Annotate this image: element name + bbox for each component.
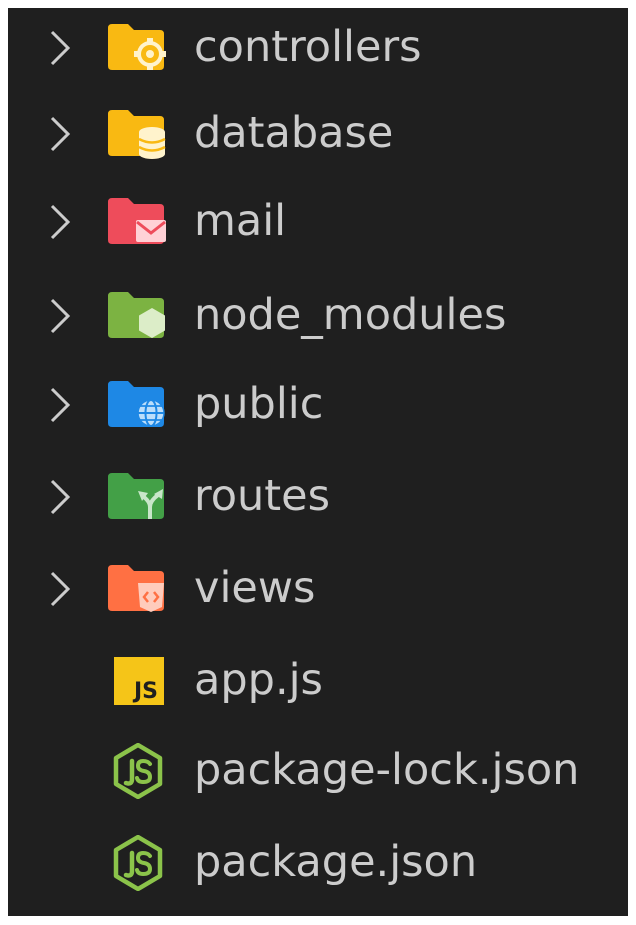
tree-item-public[interactable]: public: [8, 359, 628, 450]
tree-item-app-js[interactable]: JS app.js: [8, 635, 628, 726]
tree-item-label: app.js: [194, 654, 323, 705]
tree-item-mail[interactable]: mail: [8, 176, 628, 267]
tree-item-node-modules[interactable]: node_modules: [8, 270, 628, 361]
tree-item-label: public: [194, 378, 324, 429]
chevron-right-icon[interactable]: [46, 202, 74, 242]
folder-routes-icon: [106, 469, 168, 525]
chevron-right-icon[interactable]: [46, 385, 74, 425]
tree-item-routes[interactable]: routes: [8, 451, 628, 542]
folder-views-icon: [106, 561, 168, 617]
chevron-right-icon[interactable]: [46, 28, 74, 68]
tree-item-label: package.json: [194, 836, 478, 887]
folder-mail-icon: [106, 194, 168, 250]
tree-item-label: routes: [194, 470, 331, 521]
tree-item-label: node_modules: [194, 289, 507, 340]
chevron-right-icon[interactable]: [46, 477, 74, 517]
nodejs-file-icon: [106, 834, 168, 891]
file-explorer-tree: controllers database mail node_modules p…: [8, 8, 628, 916]
chevron-right-icon[interactable]: [46, 296, 74, 336]
tree-item-package-lock-json[interactable]: package-lock.json: [8, 725, 628, 816]
folder-public-icon: [106, 377, 168, 433]
tree-item-label: views: [194, 562, 316, 613]
javascript-file-icon: JS: [106, 653, 168, 709]
tree-item-label: mail: [194, 195, 287, 246]
tree-item-package-json[interactable]: package.json: [8, 817, 628, 908]
tree-item-database[interactable]: database: [8, 88, 628, 179]
svg-text:JS: JS: [132, 679, 158, 704]
tree-item-label: controllers: [194, 21, 422, 72]
folder-database-icon: [106, 106, 168, 162]
tree-item-views[interactable]: views: [8, 543, 628, 634]
tree-item-label: package-lock.json: [194, 744, 580, 795]
chevron-right-icon[interactable]: [46, 114, 74, 154]
tree-item-controllers[interactable]: controllers: [8, 8, 628, 93]
chevron-right-icon[interactable]: [46, 569, 74, 609]
folder-node-icon: [106, 288, 168, 344]
folder-controllers-icon: [106, 20, 168, 76]
nodejs-file-icon: [106, 742, 168, 799]
tree-item-label: database: [194, 107, 394, 158]
